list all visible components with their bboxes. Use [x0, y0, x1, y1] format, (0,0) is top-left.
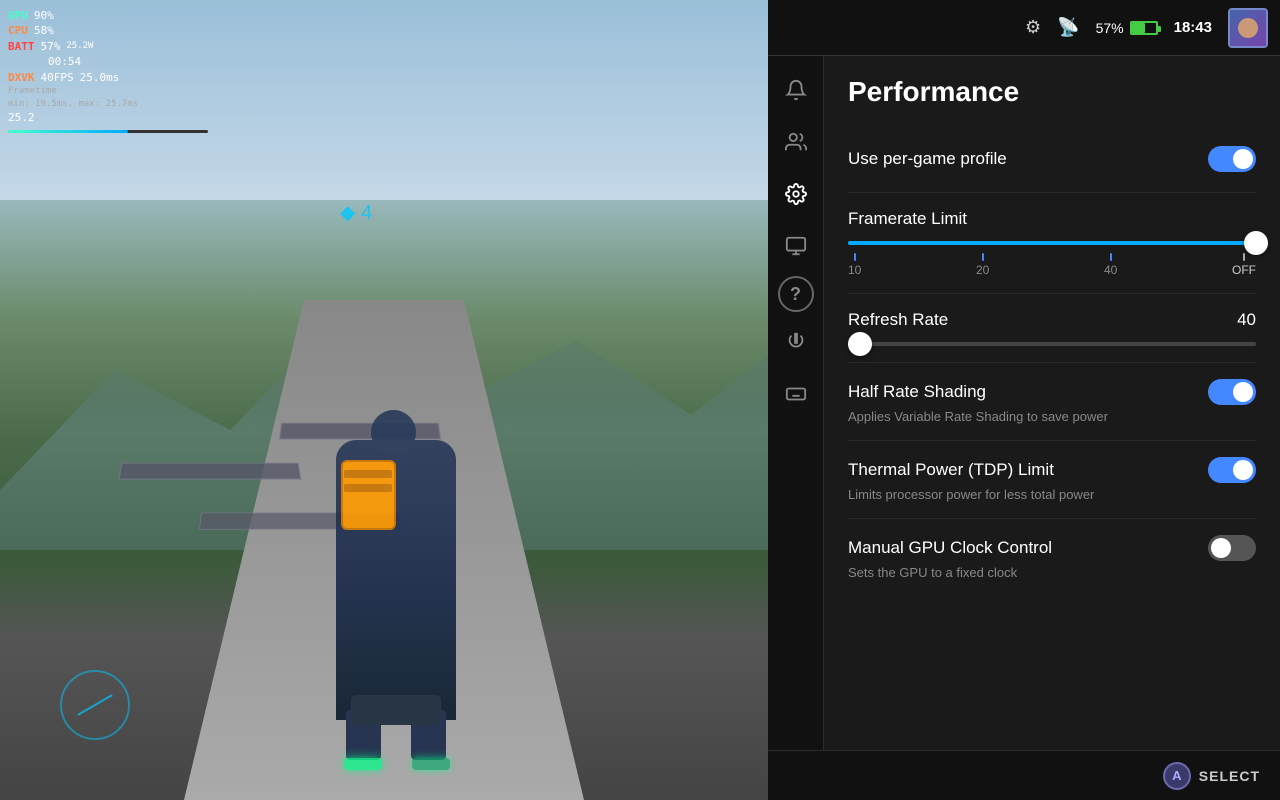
compass — [60, 670, 130, 740]
sidebar-item-settings[interactable] — [774, 172, 818, 216]
tick-40: 40 — [1104, 253, 1117, 277]
right-panel: ⚙ 📡 57% 18:43 — [768, 0, 1280, 800]
tdp-desc: Limits processor power for less total po… — [848, 487, 1256, 502]
gpu-value: 90% — [34, 8, 54, 23]
panel-body: ? Performance Use per-game profile — [768, 56, 1280, 750]
cast-icon[interactable]: 📡 — [1057, 17, 1079, 38]
refresh-rate-label: Refresh Rate — [848, 310, 948, 330]
sidebar: ? — [768, 56, 824, 750]
refresh-rate-slider-thumb[interactable] — [848, 332, 872, 356]
framerate-label: Framerate Limit — [848, 209, 967, 229]
battery-percent: 57% — [1096, 20, 1124, 36]
tdp-label: Thermal Power (TDP) Limit — [848, 460, 1054, 480]
setting-refresh-rate: Refresh Rate 40 — [848, 294, 1256, 363]
sidebar-item-help[interactable]: ? — [778, 276, 814, 312]
hud-overlay: GPU 90% CPU 58% BATT 57% 25.2W 00:54 DXV… — [8, 8, 208, 133]
cpu-value: 58% — [34, 23, 54, 38]
tick-off: OFF — [1232, 253, 1256, 277]
gpu-label: GPU — [8, 8, 28, 23]
framerate-slider-container: 10 20 40 OFF — [848, 241, 1256, 277]
half-rate-desc: Applies Variable Rate Shading to save po… — [848, 409, 1256, 424]
batt-value: 57% — [41, 39, 61, 54]
ms-value: 25.0ms — [80, 70, 120, 85]
frametime-label: Frametime — [8, 85, 57, 98]
page-title: Performance — [848, 76, 1256, 108]
fps-value: 40FPS — [41, 70, 74, 85]
setting-framerate-limit: Framerate Limit 10 20 — [848, 193, 1256, 294]
sidebar-item-power[interactable] — [774, 320, 818, 364]
setting-per-game-profile: Use per-game profile — [848, 130, 1256, 193]
frametime-detail: min: 19.5ms, max: 25.7ms — [8, 98, 138, 111]
sidebar-item-notifications[interactable] — [774, 68, 818, 112]
framerate-ticks: 10 20 40 OFF — [848, 253, 1256, 277]
gpu-clock-label: Manual GPU Clock Control — [848, 538, 1052, 558]
frametime-value: 25.2 — [8, 110, 35, 125]
batt-label: BATT — [8, 39, 35, 54]
sidebar-item-users[interactable] — [774, 120, 818, 164]
content-area: Performance Use per-game profile Framera… — [824, 56, 1280, 750]
refresh-rate-value: 40 — [1237, 310, 1256, 330]
tdp-toggle[interactable] — [1208, 457, 1256, 483]
waypoint: ◆ 4 — [340, 200, 372, 225]
refresh-rate-slider-track — [848, 342, 1256, 346]
bottom-bar: A SELECT — [768, 750, 1280, 800]
framerate-slider-fill — [848, 241, 1256, 245]
tick-20: 20 — [976, 253, 989, 277]
setting-gpu-clock: Manual GPU Clock Control Sets the GPU to… — [848, 519, 1256, 596]
half-rate-toggle[interactable] — [1208, 379, 1256, 405]
sidebar-item-keyboard[interactable] — [774, 372, 818, 416]
framerate-slider-track — [848, 241, 1256, 245]
battery-icon — [1130, 21, 1158, 35]
top-bar: ⚙ 📡 57% 18:43 — [768, 0, 1280, 56]
avatar[interactable] — [1228, 8, 1268, 48]
game-area: GPU 90% CPU 58% BATT 57% 25.2W 00:54 DXV… — [0, 0, 768, 800]
a-button-label: A — [1172, 768, 1181, 783]
gpu-clock-toggle[interactable] — [1208, 535, 1256, 561]
gpu-clock-desc: Sets the GPU to a fixed clock — [848, 565, 1256, 580]
select-label: SELECT — [1199, 768, 1260, 784]
clock: 18:43 — [1174, 19, 1212, 36]
tick-10: 10 — [848, 253, 861, 277]
gear-icon[interactable]: ⚙ — [1025, 17, 1041, 38]
half-rate-label: Half Rate Shading — [848, 382, 986, 402]
a-button[interactable]: A — [1163, 762, 1191, 790]
setting-half-rate-shading: Half Rate Shading Applies Variable Rate … — [848, 363, 1256, 441]
setting-tdp-limit: Thermal Power (TDP) Limit Limits process… — [848, 441, 1256, 519]
refresh-rate-slider-container — [848, 342, 1256, 346]
batt-time: 00:54 — [48, 54, 81, 69]
per-game-toggle[interactable] — [1208, 146, 1256, 172]
sidebar-item-display[interactable] — [774, 224, 818, 268]
dxvk-label: DXVK — [8, 70, 35, 85]
framerate-slider-thumb[interactable] — [1244, 231, 1268, 255]
battery-indicator: 57% — [1096, 20, 1158, 36]
batt-power: 25.2W — [66, 40, 93, 53]
cpu-label: CPU — [8, 23, 28, 38]
per-game-label: Use per-game profile — [848, 149, 1007, 169]
